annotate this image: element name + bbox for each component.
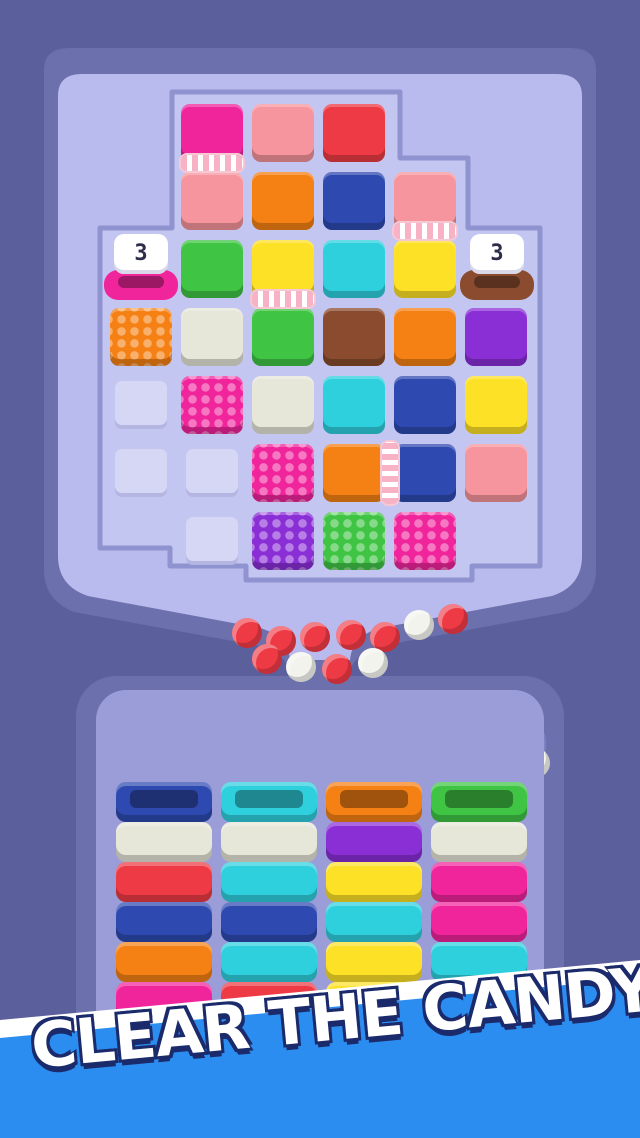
candy-rope-link bbox=[394, 223, 456, 239]
candy-bar-cyan bbox=[221, 862, 317, 902]
candy-tile-salmon[interactable] bbox=[465, 444, 527, 502]
studded-candy-tile-pink[interactable] bbox=[394, 512, 456, 570]
candy-tile-orange[interactable] bbox=[394, 308, 456, 366]
candy-ball-white_ball bbox=[404, 610, 434, 640]
bar-slot-opening bbox=[340, 790, 408, 808]
candy-tile-cyan[interactable] bbox=[323, 240, 385, 298]
candy-bar-cream bbox=[431, 822, 527, 862]
candy-ball-red bbox=[322, 654, 352, 684]
candy-bar-orange[interactable] bbox=[326, 782, 422, 822]
empty-slot bbox=[186, 449, 238, 497]
candy-tile-salmon[interactable] bbox=[252, 104, 314, 162]
candy-tile-green[interactable] bbox=[181, 240, 243, 298]
bar-slot-opening bbox=[445, 790, 513, 808]
candy-bar-pink bbox=[431, 862, 527, 902]
candy-bar-navy bbox=[116, 902, 212, 942]
candy-ball-red bbox=[252, 644, 282, 674]
candy-ball-red bbox=[300, 622, 330, 652]
candy-tile-brown[interactable] bbox=[323, 308, 385, 366]
candy-tile-cream[interactable] bbox=[181, 308, 243, 366]
empty-slot bbox=[186, 517, 238, 565]
candy-dispenser-left bbox=[104, 270, 178, 300]
candy-tile-navy[interactable] bbox=[394, 376, 456, 434]
candy-tile-navy[interactable] bbox=[323, 172, 385, 230]
candy-bar-cream bbox=[116, 822, 212, 862]
dispenser-counter-left: 3 bbox=[114, 234, 168, 274]
candy-tile-yellow[interactable] bbox=[394, 240, 456, 298]
candy-rope-link bbox=[252, 291, 314, 307]
dispenser-hole bbox=[118, 276, 164, 288]
candy-bar-navy[interactable] bbox=[116, 782, 212, 822]
candy-bar-red bbox=[116, 862, 212, 902]
candy-bar-cyan bbox=[326, 902, 422, 942]
candy-tile-orange[interactable] bbox=[252, 172, 314, 230]
candy-tile-orange[interactable] bbox=[323, 444, 385, 502]
candy-dispenser-right bbox=[460, 270, 534, 300]
candy-rope-link bbox=[381, 442, 398, 504]
candy-tile-purple[interactable] bbox=[465, 308, 527, 366]
candy-ball-red bbox=[232, 618, 262, 648]
candy-bar-pink bbox=[431, 902, 527, 942]
studded-candy-tile-purple[interactable] bbox=[252, 512, 314, 570]
bar-slot-opening bbox=[130, 790, 198, 808]
candy-bar-cyan[interactable] bbox=[221, 782, 317, 822]
candy-tile-green[interactable] bbox=[252, 308, 314, 366]
candy-ball-white_ball bbox=[286, 652, 316, 682]
candy-bar-cream bbox=[221, 822, 317, 862]
candy-tile-salmon[interactable] bbox=[181, 172, 243, 230]
empty-slot bbox=[115, 449, 167, 497]
candy-tile-navy[interactable] bbox=[394, 444, 456, 502]
candy-tile-yellow[interactable] bbox=[465, 376, 527, 434]
candy-tile-red[interactable] bbox=[323, 104, 385, 162]
candy-tile-yellow[interactable] bbox=[252, 240, 314, 298]
candy-ball-red bbox=[438, 604, 468, 634]
bar-slot-opening bbox=[235, 790, 303, 808]
dispenser-hole bbox=[474, 276, 520, 288]
candy-bar-purple bbox=[326, 822, 422, 862]
candy-ball-white_ball bbox=[358, 648, 388, 678]
candy-rope-link bbox=[181, 155, 243, 171]
candy-ball-red bbox=[336, 620, 366, 650]
candy-tile-cyan[interactable] bbox=[323, 376, 385, 434]
candy-tile-pink[interactable] bbox=[181, 104, 243, 162]
game-screen: 33 CLEAR THE CANDY bbox=[0, 0, 640, 1138]
candy-bar-yellow bbox=[326, 862, 422, 902]
studded-candy-tile-pink[interactable] bbox=[181, 376, 243, 434]
candy-bar-navy bbox=[221, 902, 317, 942]
studded-candy-tile-pink[interactable] bbox=[252, 444, 314, 502]
studded-candy-tile-orange[interactable] bbox=[110, 308, 172, 366]
empty-slot bbox=[115, 381, 167, 429]
board-frame bbox=[44, 48, 596, 676]
dispenser-counter-right: 3 bbox=[470, 234, 524, 274]
studded-candy-tile-green[interactable] bbox=[323, 512, 385, 570]
candy-tile-salmon[interactable] bbox=[394, 172, 456, 230]
candy-bar-green[interactable] bbox=[431, 782, 527, 822]
candy-tile-cream[interactable] bbox=[252, 376, 314, 434]
